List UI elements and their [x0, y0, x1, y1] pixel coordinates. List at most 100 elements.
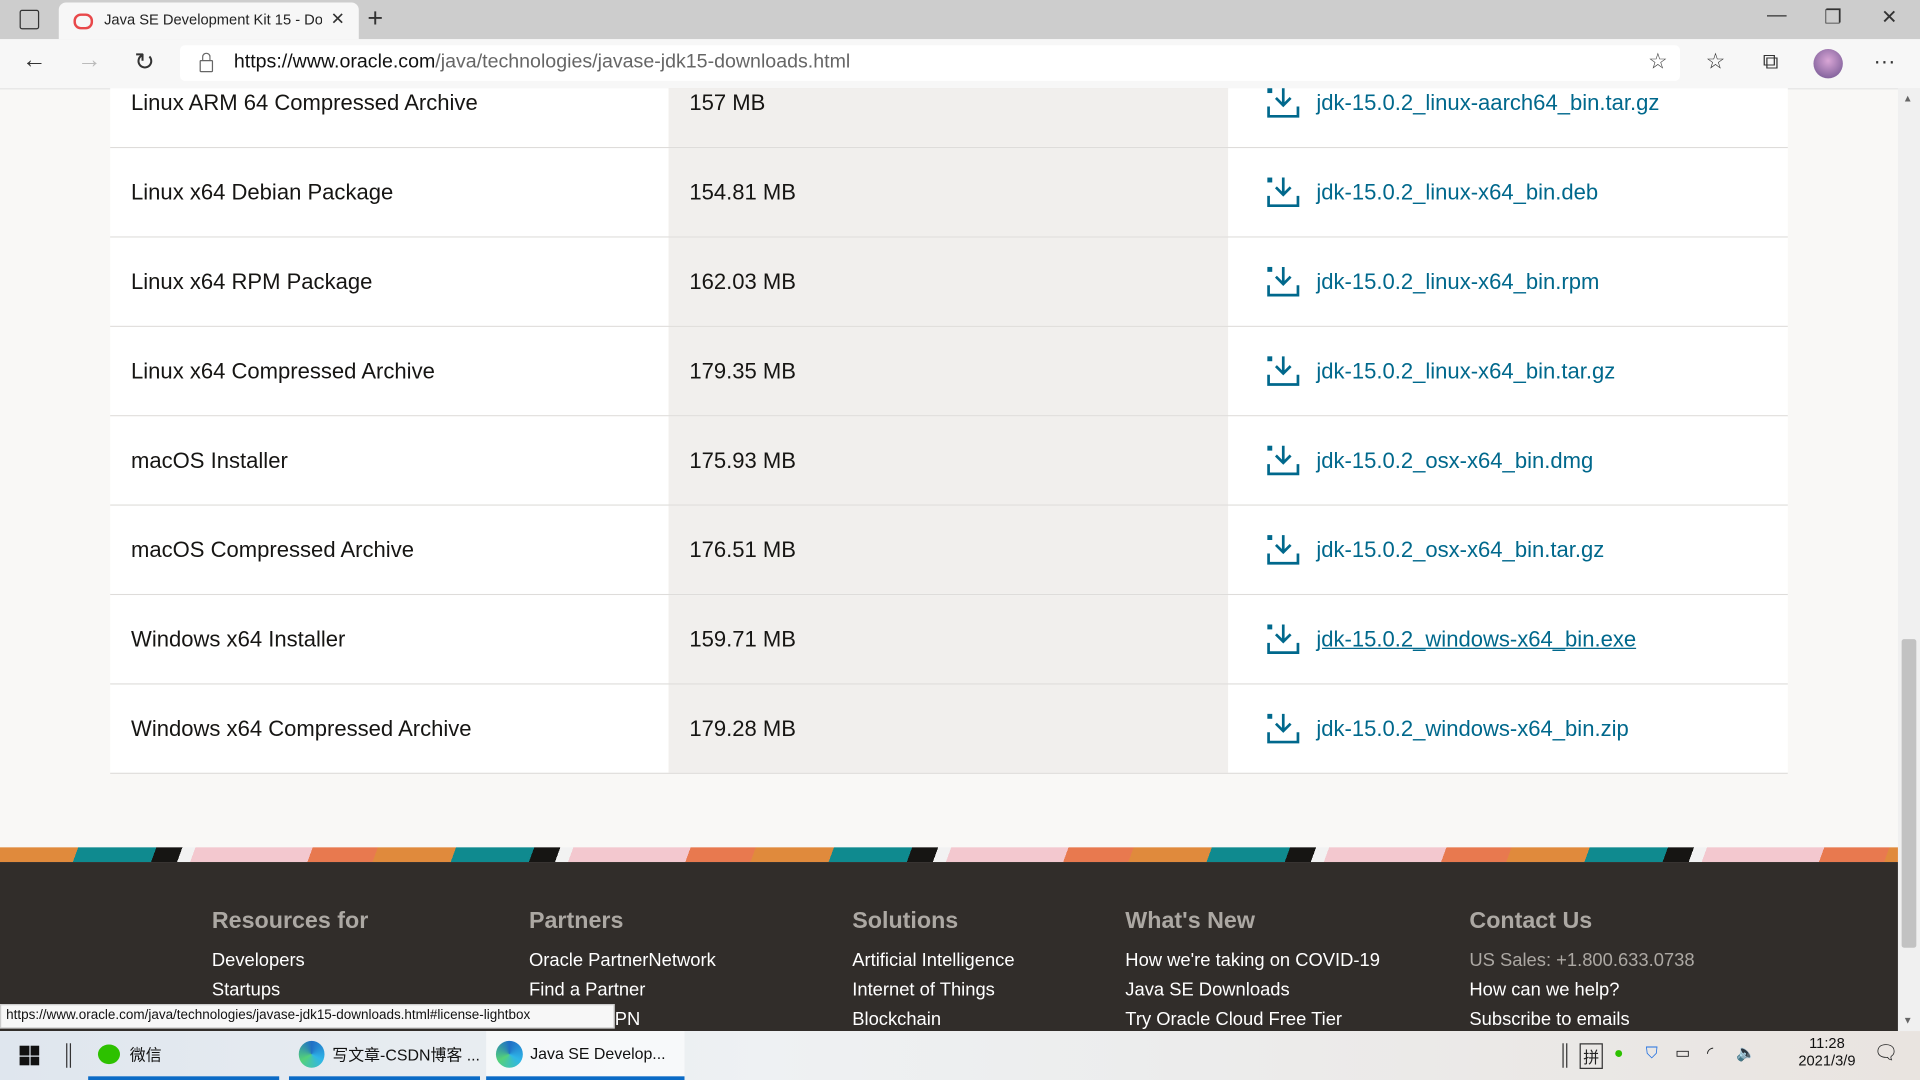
product-name: Linux ARM 64 Compressed Archive: [110, 88, 669, 147]
table-row: Linux x64 RPM Package 162.03 MB jdk-15.0.2…: [110, 237, 1788, 327]
download-cell: jdk-15.0.2_osx-x64_bin.dmg: [1228, 416, 1788, 505]
download-icon[interactable]: [1265, 264, 1302, 298]
download-link[interactable]: jdk-15.0.2_osx-x64_bin.dmg: [1316, 448, 1593, 474]
file-size: 154.81 MB: [668, 148, 1229, 237]
footer-heading: Resources for: [211, 908, 369, 935]
download-cell: jdk-15.0.2_windows-x64_bin.zip: [1228, 684, 1788, 773]
edge-icon: [495, 1040, 523, 1068]
table-row: macOS Installer 175.93 MB jdk-15.0.2_osx-x…: [110, 416, 1788, 506]
file-size: 159.71 MB: [668, 595, 1229, 684]
lock-icon[interactable]: [199, 52, 214, 73]
restore-icon[interactable]: ❐: [1805, 5, 1861, 29]
notifications-icon[interactable]: 🗨: [1873, 1041, 1898, 1065]
taskbar-app-wechat[interactable]: 微信: [88, 1031, 280, 1080]
download-cell: jdk-15.0.2_linux-x64_bin.rpm: [1228, 237, 1788, 326]
file-size: 179.28 MB: [668, 684, 1229, 773]
more-icon[interactable]: ···: [1866, 49, 1903, 75]
scroll-up-icon[interactable]: ▲: [1903, 93, 1913, 104]
footer-col-solutions: Solutions Artificial Intelligence Intern…: [852, 909, 1014, 1039]
footer-link[interactable]: Artificial Intelligence: [852, 950, 1014, 979]
taskbar-app-label: 微信: [129, 1045, 162, 1065]
refresh-icon[interactable]: ↻: [126, 47, 163, 78]
download-link[interactable]: jdk-15.0.2_linux-x64_bin.tar.gz: [1316, 358, 1615, 384]
footer-col-contact: Contact Us US Sales: +1.800.633.0738 How…: [1469, 909, 1694, 1039]
table-row: Linux x64 Compressed Archive 179.35 MB jdk…: [110, 326, 1788, 417]
footer-link[interactable]: Oracle PartnerNetwork: [529, 950, 716, 979]
wifi-icon[interactable]: ◜: [1707, 1043, 1713, 1063]
downloads-table: Linux ARM 64 Compressed Archive 157 MB jdk…: [110, 88, 1788, 774]
tab-bar: Java SE Development Kit 15 - Downloads ✕…: [0, 0, 1920, 40]
download-link[interactable]: jdk-15.0.2_windows-x64_bin.exe: [1316, 626, 1636, 652]
product-name: Windows x64 Installer: [110, 595, 669, 684]
taskbar: 微信 写文章-CSDN博客 ... Java SE Develop... 拼 ●…: [0, 1031, 1920, 1080]
windows-start-icon[interactable]: [19, 1045, 40, 1066]
close-tab-icon[interactable]: ✕: [331, 9, 345, 30]
new-tab-icon[interactable]: +: [367, 2, 383, 34]
taskbar-app-label: 写文章-CSDN博客 ...: [332, 1045, 481, 1065]
tab-title: Java SE Development Kit 15 - Downloads: [104, 11, 323, 29]
table-row: Windows x64 Compressed Archive 179.28 MB j…: [110, 684, 1788, 774]
task-view-icon[interactable]: [66, 1043, 72, 1068]
footer-col-resources: Resources for Developers Startups: [212, 909, 368, 1009]
product-name: macOS Installer: [110, 416, 669, 505]
close-window-icon[interactable]: ✕: [1861, 5, 1917, 29]
download-link[interactable]: jdk-15.0.2_windows-x64_bin.zip: [1316, 716, 1628, 742]
wechat-icon: [97, 1043, 121, 1064]
download-link[interactable]: jdk-15.0.2_linux-x64_bin.rpm: [1316, 269, 1599, 295]
battery-icon[interactable]: ▭: [1675, 1043, 1690, 1063]
download-icon[interactable]: [1265, 443, 1302, 477]
scrollbar-thumb[interactable]: [1901, 639, 1917, 948]
download-cell: jdk-15.0.2_windows-x64_bin.exe: [1228, 595, 1788, 684]
decorative-stripe: [0, 847, 1898, 863]
collections-icon[interactable]: ⧉: [1752, 49, 1789, 75]
address-bar[interactable]: https://www.oracle.com/java/technologies…: [180, 45, 1681, 81]
tab-actions-icon[interactable]: [19, 9, 40, 30]
download-link[interactable]: jdk-15.0.2_osx-x64_bin.tar.gz: [1316, 537, 1604, 563]
taskbar-app-csdn[interactable]: 写文章-CSDN博客 ...: [288, 1031, 481, 1080]
forward-icon[interactable]: →: [71, 47, 108, 75]
table-row: macOS Compressed Archive 176.51 MB jdk-15.…: [110, 505, 1788, 596]
profile-avatar[interactable]: [1813, 48, 1843, 79]
download-icon[interactable]: [1265, 533, 1302, 567]
clock[interactable]: 11:28 2021/3/9: [1790, 1035, 1863, 1069]
volume-icon[interactable]: 🔈: [1736, 1043, 1756, 1063]
footer-link[interactable]: How we're taking on COVID-19: [1125, 950, 1380, 979]
download-cell: jdk-15.0.2_osx-x64_bin.tar.gz: [1228, 505, 1788, 594]
add-favorite-icon[interactable]: ☆: [1648, 49, 1668, 75]
scroll-down-icon[interactable]: ▼: [1903, 1015, 1913, 1026]
product-name: Linux x64 RPM Package: [110, 237, 669, 326]
security-shield-icon[interactable]: ⛉: [1646, 1043, 1658, 1063]
show-desktop-divider: [1562, 1043, 1568, 1068]
table-row: Linux x64 Debian Package 154.81 MB jdk-15.…: [110, 148, 1788, 238]
back-icon[interactable]: ←: [16, 47, 53, 75]
us-sales-phone[interactable]: US Sales: +1.800.633.0738: [1469, 950, 1694, 979]
footer-heading: Partners: [528, 908, 624, 935]
download-icon[interactable]: [1265, 711, 1302, 745]
download-icon[interactable]: [1265, 622, 1302, 656]
footer-link[interactable]: Java SE Downloads: [1125, 980, 1380, 1009]
ime-indicator[interactable]: 拼: [1579, 1043, 1603, 1069]
footer-link[interactable]: How can we help?: [1469, 980, 1694, 1009]
download-cell: jdk-15.0.2_linux-aarch64_bin.tar.gz: [1228, 88, 1788, 147]
file-size: 157 MB: [668, 88, 1229, 147]
download-icon[interactable]: [1265, 175, 1302, 209]
minimize-icon[interactable]: —: [1749, 5, 1805, 27]
download-icon[interactable]: [1265, 88, 1302, 120]
oracle-favicon-icon: [73, 13, 94, 30]
table-row: Windows x64 Installer 159.71 MB jdk-15.0.2…: [110, 595, 1788, 685]
footer-link[interactable]: Internet of Things: [852, 980, 1014, 1009]
download-link[interactable]: jdk-15.0.2_linux-aarch64_bin.tar.gz: [1316, 90, 1659, 116]
clock-time: 11:28: [1809, 1034, 1845, 1052]
footer-heading: What's New: [1125, 908, 1255, 935]
taskbar-app-java-se[interactable]: Java SE Develop...: [486, 1031, 685, 1080]
page-content: Linux ARM 64 Compressed Archive 157 MB jdk…: [0, 88, 1898, 847]
footer-heading: Contact Us: [1469, 908, 1593, 935]
download-link[interactable]: jdk-15.0.2_linux-x64_bin.deb: [1316, 179, 1598, 205]
footer-col-whats-new: What's New How we're taking on COVID-19 …: [1125, 909, 1380, 1039]
download-icon[interactable]: [1265, 354, 1302, 388]
footer-link[interactable]: Developers: [212, 950, 368, 979]
file-size: 162.03 MB: [668, 237, 1229, 326]
tab-java-se-downloads[interactable]: Java SE Development Kit 15 - Downloads ✕: [58, 2, 359, 40]
wechat-tray-icon[interactable]: ●: [1614, 1043, 1624, 1061]
favorites-icon[interactable]: ☆: [1697, 49, 1734, 75]
